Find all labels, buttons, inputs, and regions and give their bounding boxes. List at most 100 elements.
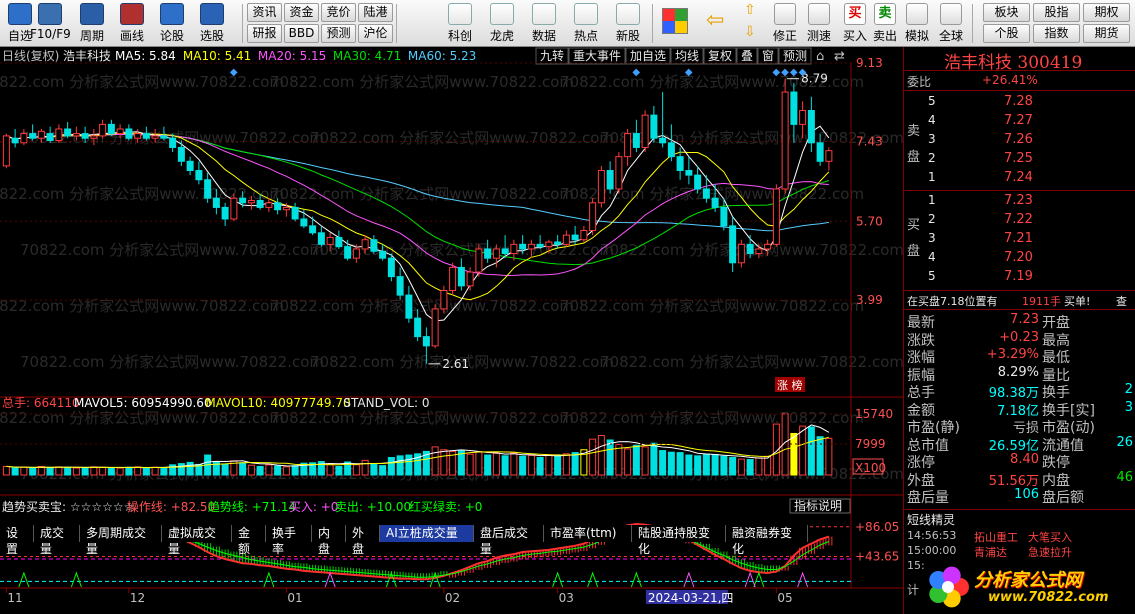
volume-bar[interactable] [816, 436, 824, 476]
chart-btn-8[interactable]: 预测 [778, 47, 812, 65]
toolbar-grid-5-button[interactable]: 研报 [247, 24, 282, 43]
candle[interactable] [64, 122, 72, 139]
volume-bar[interactable] [29, 467, 37, 476]
candle[interactable] [387, 253, 395, 282]
indicator-help-button[interactable]: 指标说明 [789, 498, 851, 514]
volume-bar[interactable] [282, 466, 290, 476]
candle[interactable] [370, 235, 378, 254]
toolbar-grid-2-button[interactable]: 资金 [284, 3, 319, 22]
volume-tab-2[interactable]: 成交量 [34, 525, 80, 556]
toolbar-f10-button[interactable]: F10/F9 [30, 2, 71, 45]
volume-bar[interactable] [11, 467, 19, 476]
volume-bar[interactable] [545, 454, 553, 476]
toolbar-huaxian-button[interactable]: 画线 [112, 2, 152, 45]
volume-bar[interactable] [46, 467, 54, 476]
candle[interactable] [659, 92, 667, 148]
alert-stock[interactable]: 青浦达 [974, 544, 1007, 560]
candle[interactable] [641, 110, 649, 153]
candle[interactable] [440, 285, 448, 314]
toolbar-xuangu-button[interactable]: 选股 [192, 2, 232, 45]
candle[interactable] [449, 262, 457, 296]
volume-bar[interactable] [387, 456, 395, 476]
volume-bar[interactable] [685, 454, 693, 476]
toolbar-market-5-button[interactable]: 指数 [1033, 24, 1080, 43]
candle[interactable] [2, 133, 10, 169]
rank-badge[interactable]: 涨 榜 [775, 377, 805, 392]
volume-bar[interactable] [116, 467, 124, 476]
candle[interactable] [230, 193, 238, 222]
volume-bar[interactable] [247, 464, 255, 476]
volume-bar[interactable] [81, 467, 89, 476]
volume-tab-1[interactable]: 设置 [0, 525, 34, 556]
volume-bar[interactable] [562, 453, 570, 476]
volume-bar[interactable] [99, 466, 107, 476]
volume-bar[interactable] [361, 459, 369, 476]
chart-btn-1[interactable]: 九转 [535, 47, 569, 65]
toolbar-grid-7-button[interactable]: 预测 [321, 24, 356, 43]
speed-test-button[interactable]: 测速 [802, 2, 836, 45]
volume-bar[interactable] [659, 450, 667, 476]
volume-bar[interactable] [431, 446, 439, 476]
volume-bar[interactable] [212, 461, 220, 476]
volume-bar[interactable] [484, 454, 492, 476]
volume-bar[interactable] [641, 446, 649, 476]
volume-bar[interactable] [20, 466, 28, 476]
candle[interactable] [589, 198, 597, 236]
volume-bar[interactable] [125, 466, 133, 476]
pe-data-button[interactable]: 数据 [525, 2, 563, 45]
layout-grid-icon[interactable] [662, 8, 688, 34]
volume-tab-3[interactable]: 多周期成交量 [80, 525, 162, 556]
volume-bar[interactable] [667, 451, 675, 476]
candle[interactable] [737, 239, 745, 268]
candle[interactable] [405, 285, 413, 323]
volume-tab-13[interactable]: 融资融券变化 [726, 525, 808, 556]
volume-tab-10[interactable]: 盘后成交量 [474, 525, 544, 556]
toolbar-market-4-button[interactable]: 个股 [983, 24, 1030, 43]
candle[interactable] [431, 304, 439, 349]
volume-bar[interactable] [606, 439, 614, 476]
volume-bar[interactable] [589, 438, 597, 476]
toolbar-market-1-button[interactable]: 板块 [983, 3, 1030, 22]
toolbar-grid-8-button[interactable]: 沪伦 [358, 24, 393, 43]
chart-btn-2[interactable]: 重大事件 [568, 47, 626, 65]
sell-button[interactable]: 卖卖出 [868, 2, 902, 45]
candle[interactable] [632, 119, 640, 153]
ipo-new-button[interactable]: 新股 [609, 2, 647, 45]
chart-btn-5[interactable]: 复权 [703, 47, 737, 65]
volume-bar[interactable] [326, 463, 334, 476]
volume-tab-6[interactable]: 换手率 [266, 525, 312, 556]
volume-bar[interactable] [492, 452, 500, 476]
volume-bar[interactable] [597, 434, 605, 476]
dragon-tiger-button[interactable]: 龙虎 [483, 2, 521, 45]
toolbar-grid-6-button[interactable]: BBD [284, 24, 319, 43]
candle[interactable] [204, 172, 212, 203]
candle[interactable] [624, 128, 632, 166]
candle[interactable] [729, 216, 737, 273]
volume-tab-11[interactable]: 市盈率(ttm) [544, 525, 632, 542]
volume-bar[interactable] [571, 452, 579, 476]
chart-btn-3[interactable]: 加自选 [625, 47, 671, 65]
volume-bar[interactable] [764, 455, 772, 476]
candle[interactable] [309, 216, 317, 236]
volume-bar[interactable] [142, 467, 150, 476]
volume-bar[interactable] [370, 463, 378, 476]
volume-bar[interactable] [72, 467, 80, 476]
toolbar-grid-1-button[interactable]: 资讯 [247, 3, 282, 22]
volume-bar[interactable] [737, 458, 745, 476]
volume-bar[interactable] [554, 455, 562, 476]
toolbar-zhouqi-button[interactable]: 周期 [72, 2, 112, 45]
kechuang-chart-button[interactable]: 科创 [441, 2, 479, 45]
toolbar-grid-4-button[interactable]: 陆港 [358, 3, 393, 22]
candle[interactable] [597, 165, 605, 208]
volume-bar[interactable] [807, 426, 815, 476]
event-diamond-icon[interactable]: ◆ [230, 67, 238, 78]
volume-bar[interactable] [405, 454, 413, 476]
candle[interactable] [825, 147, 833, 171]
candle[interactable] [186, 156, 194, 176]
volume-bar[interactable] [650, 442, 658, 476]
event-diamond-icon[interactable]: ◆ [632, 67, 640, 78]
candle[interactable] [291, 202, 299, 222]
candle[interactable] [335, 230, 343, 249]
volume-bar[interactable] [90, 466, 98, 476]
volume-bar[interactable] [676, 452, 684, 476]
